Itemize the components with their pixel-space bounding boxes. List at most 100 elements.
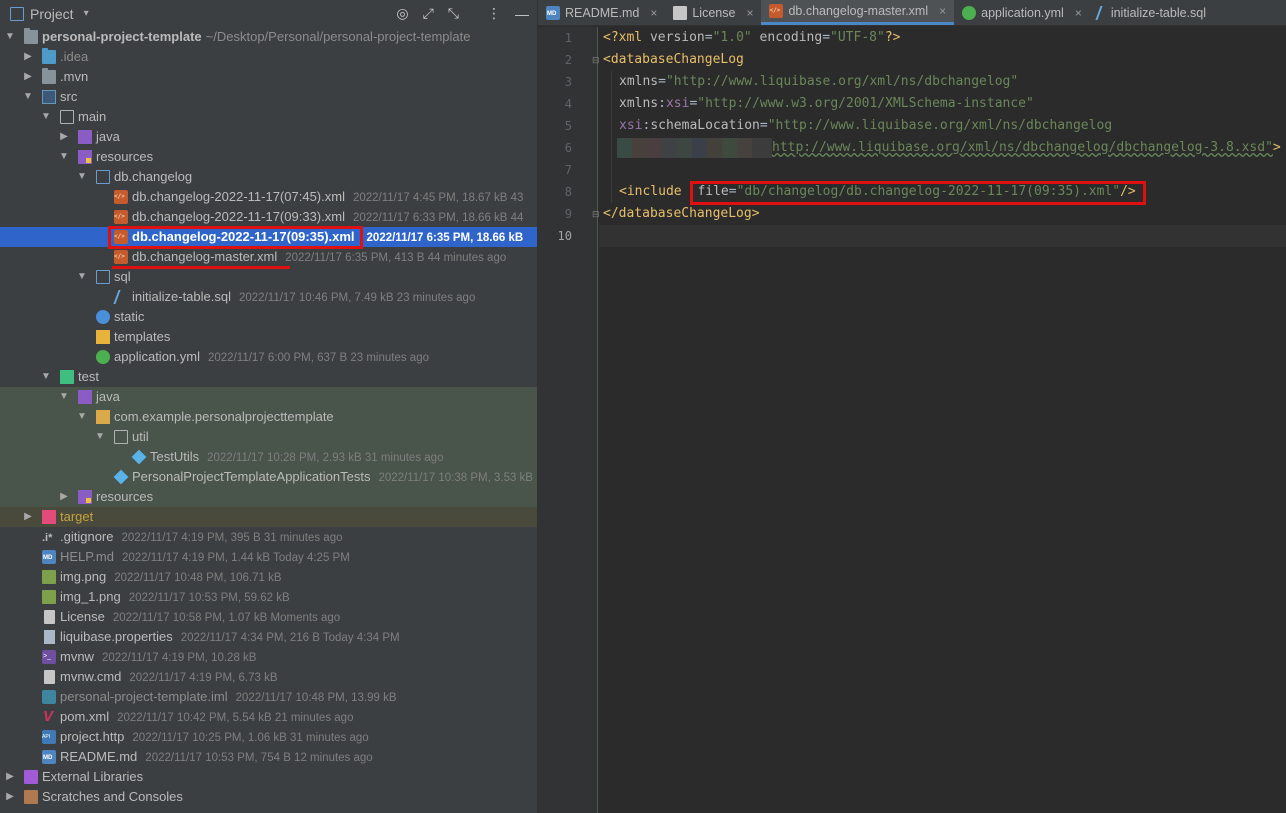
tree-item-idea[interactable]: ▶ .idea (0, 47, 537, 67)
tree-item-util[interactable]: ▼ util (0, 427, 537, 447)
close-icon[interactable]: × (1075, 6, 1082, 20)
chevron-down-icon[interactable]: ▼ (40, 107, 52, 127)
file-meta: 2022/11/17 10:28 PM, 2.93 kB 31 minutes … (207, 452, 444, 464)
chevron-right-icon[interactable]: ▶ (22, 67, 34, 87)
tree-item-changelog-0933[interactable]: db.changelog-2022-11-17(09:33).xml 2022/1… (0, 207, 537, 227)
tree-item-img-png[interactable]: img.png 2022/11/17 10:48 PM, 106.71 kB (0, 567, 537, 587)
chevron-down-icon[interactable]: ▼ (76, 267, 88, 287)
tree-item-changelog-0745[interactable]: db.changelog-2022-11-17(07:45).xml 2022/1… (0, 187, 537, 207)
tree-item-label: project.http (60, 729, 125, 744)
file-meta: 2022/11/17 6:00 PM, 637 B 23 minutes ago (208, 352, 429, 364)
tree-item-project-http[interactable]: project.http 2022/11/17 10:25 PM, 1.06 kB… (0, 727, 537, 747)
chevron-down-icon[interactable]: ▼ (58, 147, 70, 167)
image-file-icon (42, 590, 56, 604)
tree-item-external-libraries[interactable]: ▶ External Libraries (0, 767, 537, 787)
code-line-2: <databaseChangeLog (603, 52, 744, 67)
chevron-down-icon[interactable]: ▼ (94, 427, 106, 447)
tree-item-img1-png[interactable]: img_1.png 2022/11/17 10:53 PM, 59.62 kB (0, 587, 537, 607)
expand-all-icon[interactable]: ⤢ (423, 5, 434, 22)
tree-item-label: img_1.png (60, 589, 121, 604)
tree-item-db-changelog[interactable]: ▼ db.changelog (0, 167, 537, 187)
tree-item-label: db.changelog-2022-11-17(07:45).xml (132, 189, 345, 204)
gitignore-icon (42, 528, 56, 547)
tree-item-initialize-table[interactable]: initialize-table.sql 2022/11/17 10:46 PM,… (0, 287, 537, 307)
tree-item-application-tests[interactable]: PersonalProjectTemplateApplicationTests 2… (0, 467, 537, 487)
chevron-down-icon[interactable]: ▼ (40, 367, 52, 387)
tree-item-main[interactable]: ▼ main (0, 107, 537, 127)
file-meta: 2022/11/17 10:25 PM, 1.06 kB 31 minutes … (132, 732, 369, 744)
chevron-right-icon[interactable]: ▶ (4, 767, 16, 787)
tab-readme[interactable]: README.md × (538, 0, 665, 25)
current-line-highlight (599, 225, 1286, 247)
chevron-right-icon[interactable]: ▶ (22, 507, 34, 527)
tab-initialize-table[interactable]: initialize-table.sql (1090, 0, 1214, 25)
tree-item-application-yml[interactable]: application.yml 2022/11/17 6:00 PM, 637 B… (0, 347, 537, 367)
file-meta: 2022/11/17 10:46 PM, 7.49 kB 23 minutes … (239, 292, 476, 304)
tree-item-label: License (60, 609, 105, 624)
source-folder-icon (42, 90, 56, 104)
tree-item-mvnw[interactable]: mvnw 2022/11/17 4:19 PM, 10.28 kB (0, 647, 537, 667)
tree-item-package[interactable]: ▼ com.example.personalprojecttemplate (0, 407, 537, 427)
tree-item-main-java[interactable]: ▶ java (0, 127, 537, 147)
code-line-3: xmlns="http://www.liquibase.org/xml/ns/d… (619, 74, 1019, 89)
tree-item-sql[interactable]: ▼ sql (0, 267, 537, 287)
tree-item-help-md[interactable]: HELP.md 2022/11/17 4:19 PM, 1.44 kB Today… (0, 547, 537, 567)
package-icon (114, 430, 128, 444)
tree-item-testutils[interactable]: TestUtils 2022/11/17 10:28 PM, 2.93 kB 31… (0, 447, 537, 467)
xml-file-icon (769, 4, 784, 18)
project-folder-icon (10, 6, 24, 21)
tree-item-scratches[interactable]: ▶ Scratches and Consoles (0, 787, 537, 807)
code-line-4: xmlns:xsi="http://www.w3.org/2001/XMLSch… (619, 96, 1034, 111)
close-icon[interactable]: × (746, 6, 753, 20)
tree-item-label: resources (96, 149, 154, 164)
project-view-selector[interactable]: Project (30, 6, 74, 22)
tree-item-mvn[interactable]: ▶ .mvn (0, 67, 537, 87)
tree-item-static[interactable]: static (0, 307, 537, 327)
locate-file-icon[interactable]: ◎ (396, 5, 408, 22)
code-area[interactable]: <?xml version="1.0" encoding="UTF-8"?> <… (599, 27, 1286, 813)
http-request-icon (42, 730, 56, 744)
chevron-down-icon[interactable]: ▾ (84, 8, 89, 19)
tree-item-readme[interactable]: README.md 2022/11/17 10:53 PM, 754 B 12 m… (0, 747, 537, 767)
tree-item-changelog-master[interactable]: db.changelog-master.xml 2022/11/17 6:35 P… (0, 247, 537, 267)
hide-panel-icon[interactable]: — (515, 6, 529, 22)
tree-item-license[interactable]: License 2022/11/17 10:58 PM, 1.07 kB Mome… (0, 607, 537, 627)
options-menu-icon[interactable]: ⋮ (487, 5, 501, 22)
tree-item-label: target (60, 509, 94, 524)
collapse-all-icon[interactable]: ⤡ (448, 5, 459, 22)
tab-application-yml[interactable]: application.yml × (954, 0, 1090, 25)
tree-item-pom[interactable]: pom.xml 2022/11/17 10:42 PM, 5.54 kB 21 m… (0, 707, 537, 727)
tab-license[interactable]: License × (665, 0, 761, 25)
tree-item-project-root[interactable]: ▼ personal-project-template ~/Desktop/Per… (0, 27, 537, 47)
tree-item-target[interactable]: ▶ target (0, 507, 537, 527)
tree-item-main-resources[interactable]: ▼ resources (0, 147, 537, 167)
tree-item-test[interactable]: ▼ test (0, 367, 537, 387)
chevron-down-icon[interactable]: ▼ (76, 407, 88, 427)
tab-changelog-master[interactable]: db.changelog-master.xml × (761, 0, 955, 25)
chevron-right-icon[interactable]: ▶ (22, 47, 34, 67)
tree-item-test-resources[interactable]: ▶ resources (0, 487, 537, 507)
chevron-down-icon[interactable]: ▼ (4, 27, 16, 47)
chevron-down-icon[interactable]: ▼ (58, 387, 70, 407)
tree-item-test-java[interactable]: ▼ java (0, 387, 537, 407)
tree-item-src[interactable]: ▼ src (0, 87, 537, 107)
chevron-right-icon[interactable]: ▶ (58, 127, 70, 147)
tree-item-iml[interactable]: personal-project-template.iml 2022/11/17 … (0, 687, 537, 707)
chevron-down-icon[interactable]: ▼ (22, 87, 34, 107)
chevron-right-icon[interactable]: ▶ (4, 787, 16, 807)
close-icon[interactable]: × (939, 4, 946, 18)
file-meta: 2022/11/17 6:35 PM, 18.66 kB (366, 232, 524, 244)
code-line-5: xsi:schemaLocation="http://www.liquibase… (619, 118, 1113, 133)
tree-item-templates[interactable]: templates (0, 327, 537, 347)
xml-file-icon (114, 210, 128, 224)
tree-item-mvnw-cmd[interactable]: mvnw.cmd 2022/11/17 4:19 PM, 6.73 kB (0, 667, 537, 687)
tree-item-liquibase-properties[interactable]: liquibase.properties 2022/11/17 4:34 PM, … (0, 627, 537, 647)
chevron-right-icon[interactable]: ▶ (58, 487, 70, 507)
close-icon[interactable]: × (650, 6, 657, 20)
file-meta: 2022/11/17 10:48 PM, 106.71 kB (114, 572, 282, 584)
file-meta: 2022/11/17 4:34 PM, 216 B Today 4:34 PM (180, 632, 400, 644)
chevron-down-icon[interactable]: ▼ (76, 167, 88, 187)
file-meta: 2022/11/17 6:33 PM, 18.66 kB 44 (352, 212, 524, 224)
tree-item-gitignore[interactable]: .gitignore 2022/11/17 4:19 PM, 395 B 31 m… (0, 527, 537, 547)
line-number: 5 (564, 119, 572, 133)
